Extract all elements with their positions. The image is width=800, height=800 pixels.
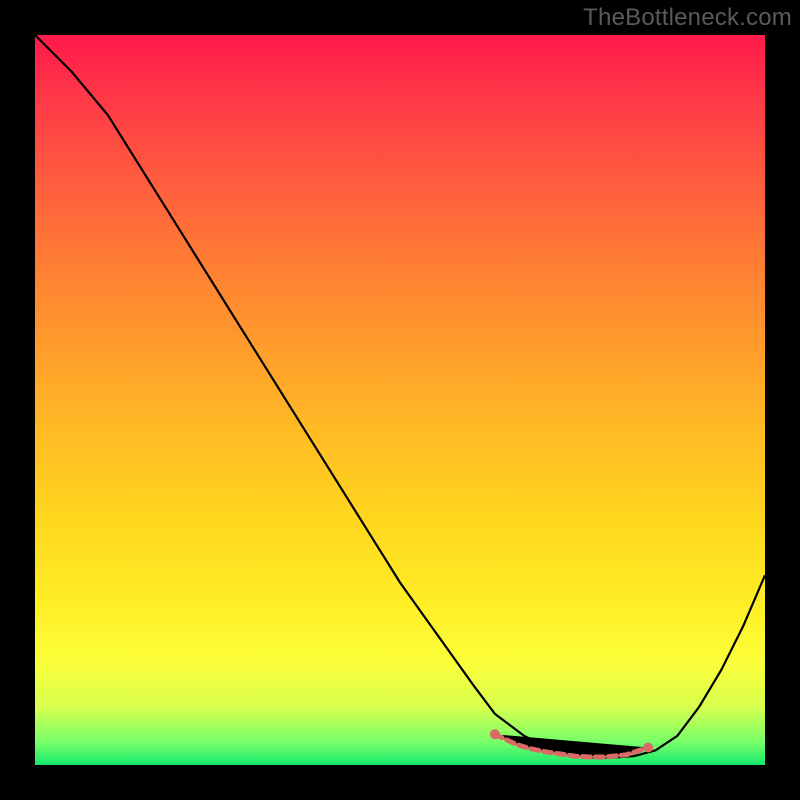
bottleneck-curve: [35, 35, 765, 758]
curve-svg: [35, 35, 765, 765]
plot-area: [35, 35, 765, 765]
watermark-text: TheBottleneck.com: [583, 4, 792, 32]
optimal-range-dot: [490, 729, 500, 739]
optimal-range-dot: [643, 743, 653, 753]
optimal-range-markers: [490, 729, 653, 757]
chart-frame: TheBottleneck.com: [0, 0, 800, 800]
optimal-range-line: [495, 734, 648, 757]
